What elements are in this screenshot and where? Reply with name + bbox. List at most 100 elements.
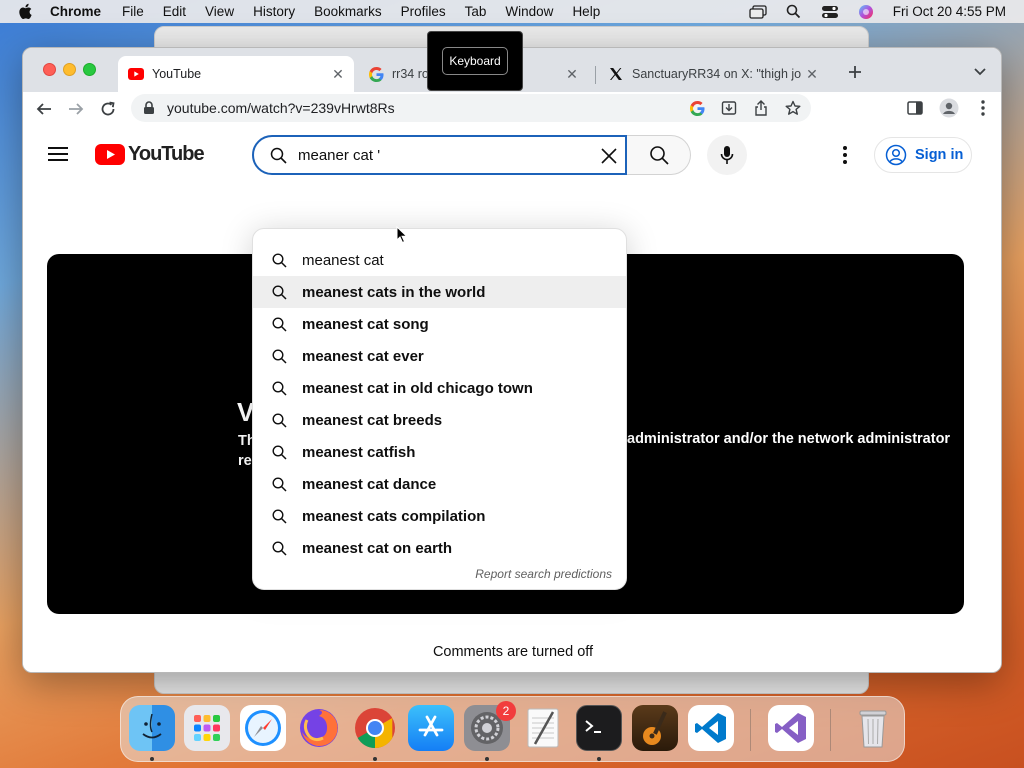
app-store-icon[interactable] — [408, 705, 454, 751]
share-icon[interactable] — [751, 98, 771, 118]
search-icon — [270, 379, 288, 397]
menu-window[interactable]: Window — [505, 4, 553, 19]
safari-icon[interactable] — [240, 705, 286, 751]
system-settings-icon[interactable]: 2 — [464, 701, 516, 751]
visual-studio-code-icon[interactable] — [688, 705, 734, 751]
suggestion-prefix: meanest cat — [302, 411, 389, 429]
close-tab-icon[interactable]: ✕ — [564, 66, 580, 82]
zoom-window-button[interactable] — [83, 63, 96, 76]
textedit-icon[interactable] — [520, 705, 566, 751]
running-indicator — [150, 757, 154, 761]
close-tab-icon[interactable]: ✕ — [330, 66, 346, 82]
suggestion-prefix: meanest cat — [302, 539, 389, 557]
side-panel-icon[interactable] — [905, 98, 925, 118]
visual-studio-icon[interactable] — [768, 705, 814, 751]
install-app-icon[interactable] — [719, 98, 739, 118]
menubar-clock[interactable]: Fri Oct 20 4:55 PM — [893, 4, 1006, 19]
chrome-icon[interactable] — [352, 705, 398, 751]
menu-tab[interactable]: Tab — [465, 4, 487, 19]
new-tab-icon[interactable] — [844, 61, 866, 83]
clear-search-icon[interactable] — [597, 144, 621, 168]
menu-bar: Chrome File Edit View History Bookmarks … — [0, 0, 1024, 23]
close-tab-icon[interactable]: ✕ — [804, 66, 820, 82]
close-window-button[interactable] — [43, 63, 56, 76]
minimize-window-button[interactable] — [63, 63, 76, 76]
google-lens-icon[interactable] — [687, 98, 707, 118]
search-icon — [268, 145, 288, 165]
chrome-menu-kebab-icon[interactable] — [973, 98, 993, 118]
search-button[interactable] — [627, 135, 691, 175]
search-icon — [270, 347, 288, 365]
spotlight-search-icon[interactable] — [785, 4, 803, 20]
suggestion-item[interactable]: meanest cat song — [253, 308, 626, 340]
search-icon — [270, 539, 288, 557]
bookmark-star-icon[interactable] — [783, 98, 803, 118]
terminal-icon[interactable] — [576, 705, 622, 751]
suggestion-prefix: meanest cat — [302, 475, 389, 493]
suggestion-item[interactable]: meanest cat in old chicago town — [253, 372, 626, 404]
suggestion-item[interactable]: meanest cat s in the world — [253, 276, 626, 308]
search-icon — [270, 411, 288, 429]
voice-search-button[interactable] — [707, 135, 747, 175]
menu-app-name[interactable]: Chrome — [50, 4, 101, 19]
menu-profiles[interactable]: Profiles — [401, 4, 446, 19]
suggestion-suffix: breeds — [388, 411, 443, 429]
x-icon — [608, 66, 624, 82]
suggestion-item[interactable]: meanest cat breeds — [253, 404, 626, 436]
suggestion-item[interactable]: meanest cat on earth — [253, 532, 626, 564]
microphone-icon — [720, 146, 734, 164]
dock-separator — [750, 709, 751, 751]
profile-avatar-icon[interactable] — [939, 98, 959, 118]
apple-icon[interactable] — [18, 3, 36, 20]
search-icon — [270, 507, 288, 525]
tab-youtube[interactable]: YouTube ✕ — [118, 56, 354, 92]
forward-arrow-icon[interactable] — [65, 98, 87, 120]
menu-bookmarks[interactable]: Bookmarks — [314, 4, 382, 19]
youtube-play-logo-icon — [95, 144, 125, 165]
report-search-predictions-link[interactable]: Report search predictions — [475, 567, 612, 581]
back-arrow-icon[interactable] — [33, 98, 55, 120]
finder-icon[interactable] — [129, 705, 175, 751]
settings-kebab-icon[interactable] — [835, 144, 855, 166]
suggestion-item[interactable]: meanest cat dance — [253, 468, 626, 500]
menu-history[interactable]: History — [253, 4, 295, 19]
address-bar[interactable]: youtube.com/watch?v=239vHrwt8Rs — [131, 94, 811, 122]
suggestion-suffix: song — [388, 315, 429, 333]
running-indicator — [373, 757, 377, 761]
hamburger-menu-icon[interactable] — [48, 146, 70, 164]
running-indicator — [597, 757, 601, 761]
suggestion-item[interactable]: meanest cat ever — [253, 340, 626, 372]
suggestion-prefix: meanest cat — [302, 251, 384, 269]
menu-help[interactable]: Help — [572, 4, 600, 19]
suggestion-item[interactable]: meanest cat — [253, 244, 626, 276]
url-text: youtube.com/watch?v=239vHrwt8Rs — [167, 100, 395, 116]
suggestion-item[interactable]: meanest cat s compilation — [253, 500, 626, 532]
firefox-icon[interactable] — [296, 705, 342, 751]
player-error-text-end: administrator and/or the network adminis… — [627, 431, 951, 447]
menu-file[interactable]: File — [122, 4, 144, 19]
control-center-icon[interactable] — [821, 4, 839, 20]
keyboard-tooltip-label: Keyboard — [442, 47, 508, 75]
suggestion-suffix: s compilation — [388, 507, 486, 525]
menu-edit[interactable]: Edit — [163, 4, 186, 19]
trash-icon[interactable] — [850, 705, 896, 751]
youtube-logo[interactable]: YouTube — [95, 143, 205, 166]
sign-in-button[interactable]: Sign in — [874, 137, 972, 173]
site-info-icon[interactable] — [143, 101, 157, 115]
search-input[interactable] — [298, 146, 578, 164]
search-icon — [270, 475, 288, 493]
launchpad-icon[interactable] — [184, 705, 230, 751]
suggestion-item[interactable]: meanest cat fish — [253, 436, 626, 468]
youtube-search-box[interactable] — [252, 135, 627, 175]
screen-mirroring-icon[interactable] — [749, 4, 767, 20]
menu-view[interactable]: View — [205, 4, 234, 19]
google-icon — [368, 66, 384, 82]
garageband-icon[interactable] — [632, 705, 678, 751]
tab-search-chevron-icon[interactable] — [971, 63, 989, 81]
youtube-icon — [128, 66, 144, 82]
dock-separator — [830, 709, 831, 751]
reload-icon[interactable] — [97, 98, 119, 120]
siri-icon[interactable] — [857, 4, 875, 20]
tab-x-post[interactable]: SanctuaryRR34 on X: "thigh jo ✕ — [598, 56, 828, 92]
suggestion-suffix: ever — [388, 347, 424, 365]
